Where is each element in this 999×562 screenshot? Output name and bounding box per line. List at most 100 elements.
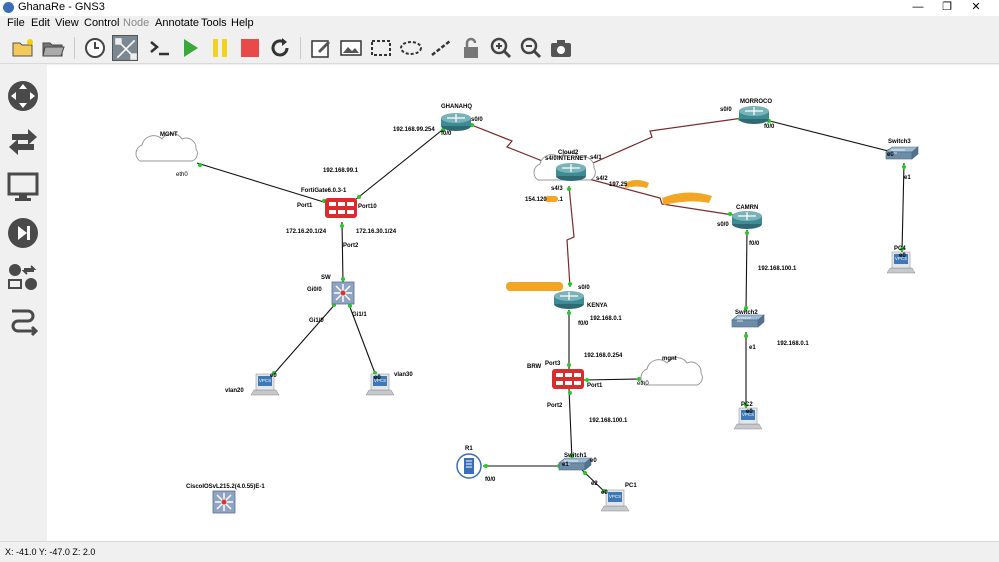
node-label: BRW: [527, 364, 542, 370]
routers-icon[interactable]: [6, 79, 40, 113]
router-ghanahq[interactable]: [440, 112, 472, 132]
lock-icon[interactable]: [458, 35, 484, 61]
ip-label: 192.168.0.1: [590, 316, 622, 322]
node-label: R1: [465, 446, 473, 452]
status-bar: X: -41.0 Y: -47.0 Z: 2.0: [0, 541, 999, 562]
pause-icon[interactable]: [207, 35, 233, 61]
interface-label: e1: [562, 462, 569, 468]
toolbar: [0, 32, 999, 64]
node-label: FortiGate6.0.3-1: [301, 188, 347, 194]
node-label: MORROCO: [740, 99, 772, 105]
snapshot-clock-icon[interactable]: [82, 35, 108, 61]
menu-bar: File Edit View Control Node Annotate Too…: [0, 16, 999, 32]
node-label: CAMRN: [736, 205, 758, 211]
node-label: PC2: [741, 402, 753, 408]
reload-icon[interactable]: [267, 35, 293, 61]
ip-label: 154.120: [525, 197, 547, 203]
interface-labels-icon[interactable]: [112, 35, 138, 61]
interface-label: e0: [601, 490, 608, 496]
menu-control[interactable]: Control: [84, 17, 119, 29]
interface-label: e0: [374, 375, 381, 381]
node-label: PC4: [894, 246, 906, 252]
interface-label: s4/3: [551, 186, 563, 192]
security-devices-icon[interactable]: [6, 216, 40, 250]
zoom-out-icon[interactable]: [518, 35, 544, 61]
cursor-coordinates: X: -41.0 Y: -47.0 Z: 2.0: [5, 547, 96, 557]
node-label: CiscoIOSvL215.2(4.0.55)E-1: [186, 484, 265, 490]
menu-annotate[interactable]: Annotate: [155, 17, 199, 29]
open-project-icon[interactable]: [40, 35, 66, 61]
menu-node[interactable]: Node: [123, 17, 149, 29]
start-icon[interactable]: [177, 35, 203, 61]
interface-label: e0: [899, 253, 906, 259]
interface-label: Gi1/1: [352, 312, 367, 318]
interface-label: Port1: [297, 203, 313, 209]
add-link-cable-icon[interactable]: [6, 305, 40, 339]
interface-label: Port1: [587, 383, 603, 389]
node-label: INTERNET: [557, 156, 587, 162]
menu-view[interactable]: View: [55, 17, 79, 29]
zoom-in-icon[interactable]: [488, 35, 514, 61]
node-label: mgnt: [662, 356, 677, 362]
insert-picture-icon[interactable]: [338, 35, 364, 61]
router-kenya[interactable]: [553, 290, 585, 310]
node-label: vlan30: [394, 372, 413, 378]
end-devices-monitor-icon[interactable]: [6, 170, 40, 204]
ip-label: 192.168.0.254: [584, 353, 623, 359]
ip-label: 192.168.99.1: [323, 168, 359, 174]
interface-label: f0/0: [764, 124, 775, 130]
ip-label: 192.168.0.1: [777, 341, 809, 347]
title-bar: GhanaRe - GNS3 — ❐ ✕: [0, 0, 999, 16]
interface-label: e0: [746, 409, 753, 415]
window-title: GhanaRe - GNS3: [18, 1, 105, 13]
screenshot-camera-icon[interactable]: [548, 35, 574, 61]
interface-label: e0: [887, 152, 894, 158]
menu-edit[interactable]: Edit: [31, 17, 50, 29]
draw-rectangle-icon[interactable]: [368, 35, 394, 61]
maximize-button[interactable]: ❐: [933, 0, 961, 16]
add-note-icon[interactable]: [308, 35, 334, 61]
interface-label: f0/0: [749, 241, 760, 247]
menu-help[interactable]: Help: [231, 17, 254, 29]
node-label: PC1: [625, 483, 637, 489]
router-camrn[interactable]: [731, 210, 763, 230]
draw-line-icon[interactable]: [428, 35, 454, 61]
firewall-brw[interactable]: [552, 369, 584, 389]
node-label: Switch1: [564, 453, 587, 459]
router-morroco[interactable]: [738, 105, 770, 125]
interface-label: s4/0: [545, 156, 557, 162]
server-r1[interactable]: [456, 453, 482, 479]
draw-ellipse-icon[interactable]: [398, 35, 424, 61]
console-icon[interactable]: [147, 35, 173, 61]
new-project-folder-icon[interactable]: [10, 35, 36, 61]
node-label: GHANAHQ: [441, 104, 472, 110]
vpcs-screen-label: VPCS: [609, 494, 621, 499]
topology-canvas[interactable]: VPCS VPCS VPCS VPCS VPCS MGNT FortiGate6…: [47, 65, 999, 541]
interface-label: e0: [590, 458, 597, 464]
node-label: MGNT: [160, 132, 178, 138]
interface-label: s0/0: [717, 222, 729, 228]
interface-label: f0/0: [578, 321, 589, 327]
minimize-button[interactable]: —: [904, 0, 932, 16]
router-internet[interactable]: [555, 162, 587, 182]
ip-label: .1: [558, 197, 564, 203]
l2-switch-cisco-iosv[interactable]: [212, 490, 236, 514]
firewall-fortigate[interactable]: [325, 198, 357, 218]
close-button[interactable]: ✕: [962, 0, 990, 16]
all-devices-icon[interactable]: [6, 261, 40, 295]
interface-label: Port2: [343, 243, 359, 249]
stop-icon[interactable]: [237, 35, 263, 61]
interface-label: f0/0: [441, 131, 452, 137]
interface-label: s4/1: [590, 155, 602, 161]
menu-tools[interactable]: Tools: [201, 17, 227, 29]
l2-switch-sw[interactable]: [331, 281, 355, 305]
topology-svg[interactable]: VPCS VPCS VPCS VPCS VPCS MGNT FortiGate6…: [47, 65, 999, 541]
interface-label: e2: [591, 481, 598, 487]
menu-file[interactable]: File: [7, 17, 25, 29]
interface-label: e0: [270, 373, 277, 379]
switches-icon[interactable]: [6, 125, 40, 159]
ip-label: 197.25: [609, 182, 628, 188]
ip-label: 192.168.100.1: [589, 418, 628, 424]
switch-switch2[interactable]: [731, 314, 765, 328]
ip-label: 172.16.30.1/24: [356, 229, 397, 235]
